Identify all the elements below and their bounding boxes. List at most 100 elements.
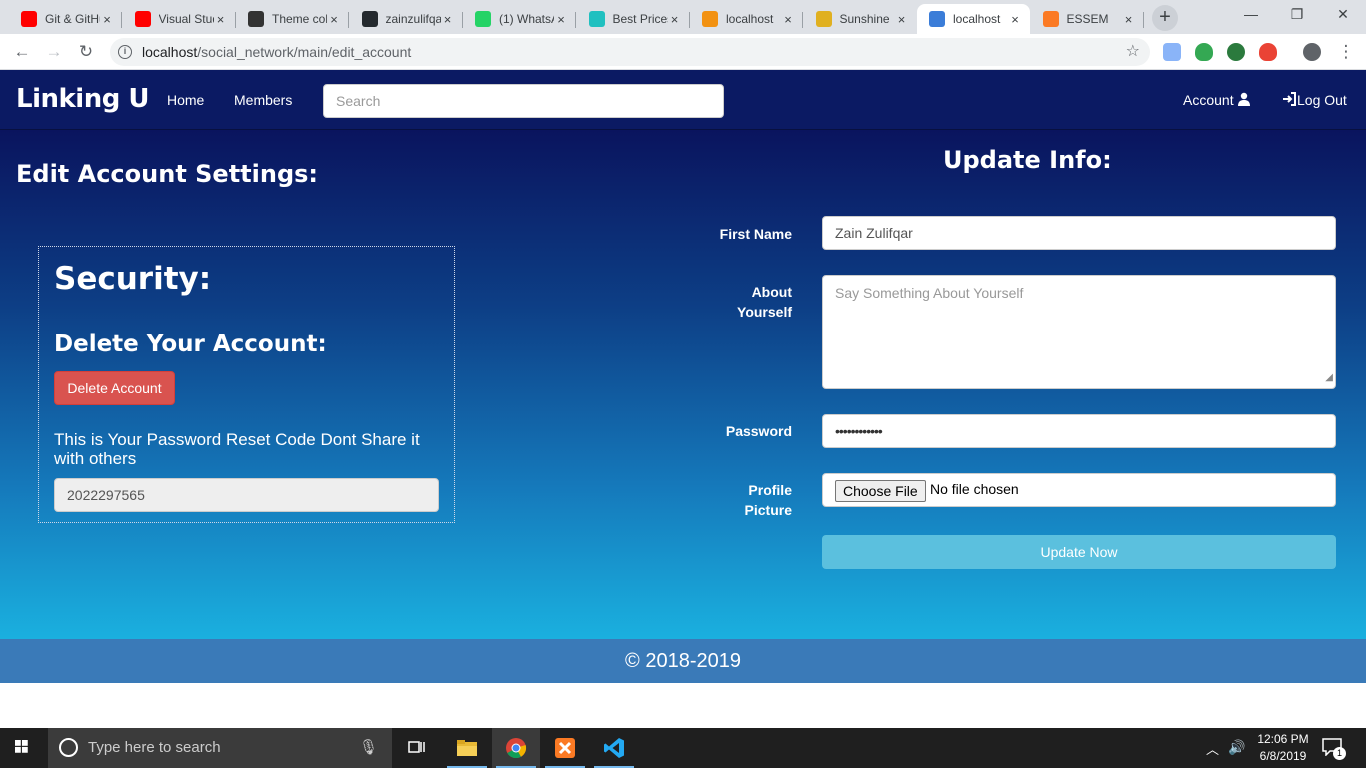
browser-tab[interactable]: zainzulifqar × [350,4,463,34]
tab-close-icon[interactable]: × [1008,12,1022,27]
vscode-taskbar-icon[interactable] [590,728,638,768]
volume-icon[interactable]: 🔊 [1228,739,1245,756]
tab-close-icon[interactable]: × [895,12,909,27]
browser-tab-title: ESSEM [1066,12,1109,26]
back-arrow-icon[interactable]: ← [10,40,34,64]
folder-icon [457,740,477,756]
sun-icon [815,11,832,27]
tab-close-icon[interactable]: × [1122,12,1136,27]
browser-tab-title: localhost [726,12,774,26]
whatsapp-icon [475,11,491,27]
chrome-taskbar-icon[interactable] [492,728,540,768]
clock-date[interactable]: 6/8/2019 [1255,749,1311,763]
chrome-icon [506,738,527,759]
info-icon[interactable]: i [118,45,132,59]
taskbar-search-box[interactable]: Type here to search 🎙 [48,728,392,768]
new-tab-button[interactable]: + [1152,5,1178,31]
globe-extension-icon[interactable] [1227,43,1245,61]
site-navbar: Linking U Home Members Account Log Out [0,70,1366,130]
tab-close-icon[interactable]: × [554,12,568,27]
choose-file-button[interactable]: Choose File [835,480,926,502]
browser-tab-title: Git & GitHub [45,12,100,26]
browser-tab[interactable]: localhost × [690,4,803,34]
url-path: /social_network/main/edit_account [197,44,412,60]
browser-tab[interactable]: Theme color× [236,4,349,34]
browser-tab[interactable]: Git & GitHub× [9,4,122,34]
xampp-icon [555,738,575,758]
browser-tab[interactable]: Sunshine × [804,4,917,34]
profile-picture-label: Profile Picture [744,482,792,518]
site-search-input[interactable] [323,84,724,118]
tab-separator [1142,12,1144,28]
tab-close-icon[interactable]: × [214,12,228,27]
first-name-input[interactable]: Zain Zulifqar [822,216,1336,250]
password-label: Password [725,423,792,439]
browser-tab-title: (1) WhatsApp [499,12,554,26]
delete-account-button[interactable]: Delete Account [54,371,175,405]
file-explorer-taskbar-icon[interactable] [443,728,491,768]
browser-tab-title: Theme color [272,12,327,26]
about-yourself-textarea[interactable]: Say Something About Yourself ◢ [822,275,1336,389]
action-center-button[interactable]: 1 [1322,738,1346,760]
site-footer: © 2018-2019 [0,639,1366,683]
windows-logo-icon [15,740,28,753]
reload-icon[interactable]: ↻ [74,40,98,64]
windows-taskbar: Type here to search 🎙 ︿ 🔊 12:06 PM 6/8/2… [0,728,1366,768]
youtube-icon [134,11,151,27]
browser-toolbar: ← → ↻ i localhost/social_network/main/ed… [0,34,1366,70]
book-icon [248,11,264,27]
profile-picture-file-input[interactable]: Choose File No file chosen [822,473,1336,507]
close-window-button[interactable]: ✕ [1320,0,1366,30]
browser-tab[interactable]: localhost × [917,4,1030,34]
microphone-icon[interactable]: 🎙 [359,728,378,768]
nav-logout-link[interactable]: Log Out [1282,92,1347,108]
browser-tab[interactable]: Visual Studio× [123,4,236,34]
tab-close-icon[interactable]: × [441,12,455,27]
update-now-button[interactable]: Update Now [822,535,1336,569]
browser-tab-title: Visual Studio [158,12,214,26]
nav-members-link[interactable]: Members [234,92,292,108]
clock-time[interactable]: 12:06 PM [1255,732,1311,746]
minimize-button[interactable]: — [1228,0,1274,30]
maximize-button[interactable]: ❐ [1274,0,1320,30]
profile-avatar-icon[interactable] [1303,43,1321,61]
browser-tab-title: Best Prices [612,12,668,26]
reset-code-notice: This is Your Password Reset Code Dont Sh… [54,430,420,468]
nav-account-link[interactable]: Account [1183,92,1251,108]
browser-tab[interactable]: Best Prices × [577,4,690,34]
windows-start-button[interactable] [0,728,48,768]
cortana-circle-icon [59,738,78,757]
resize-grip-icon[interactable]: ◢ [1325,369,1333,387]
shield-extension-icon[interactable] [1195,43,1213,61]
tab-close-icon[interactable]: × [100,12,114,27]
tab-close-icon[interactable]: × [781,12,795,27]
log-in-icon [1283,92,1296,106]
show-hidden-icons-chevron[interactable]: ︿ [1206,739,1219,758]
account-label: Account [1183,92,1234,108]
browser-tab-title: localhost [953,12,1001,26]
users-icon [929,11,945,27]
task-view-icon [408,741,425,753]
address-bar[interactable]: i localhost/social_network/main/edit_acc… [110,38,1150,66]
password-input[interactable]: •••••••••••• [822,414,1336,448]
tab-close-icon[interactable]: × [668,12,682,27]
browser-tab[interactable]: (1) WhatsApp× [463,4,576,34]
adblock-extension-icon[interactable] [1259,43,1277,61]
web-page: Linking U Home Members Account Log Out E… [0,70,1366,728]
xampp-icon [1042,11,1059,27]
nav-home-link[interactable]: Home [167,92,204,108]
user-icon [1238,92,1251,106]
forward-arrow-icon[interactable]: → [42,40,66,64]
site-brand[interactable]: Linking U [16,84,149,114]
tab-close-icon[interactable]: × [327,12,341,27]
browser-tab[interactable]: ESSEM × [1031,4,1144,34]
task-view-button[interactable] [393,728,441,768]
extension-icon[interactable] [1163,43,1181,61]
xampp-taskbar-icon[interactable] [541,728,589,768]
tag-icon [588,11,605,27]
github-icon [361,11,378,27]
bookmark-star-icon[interactable]: ☆ [1126,38,1140,66]
menu-dots-icon[interactable]: ⋮ [1334,40,1358,64]
notification-count-badge: 1 [1333,747,1346,760]
update-info-heading: Update Info: [943,146,1112,174]
